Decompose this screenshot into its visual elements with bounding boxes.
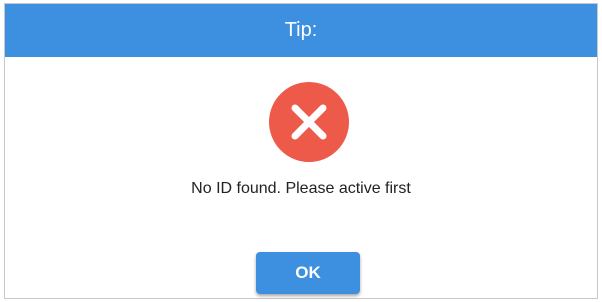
error-x-icon <box>269 82 349 162</box>
dialog-message: No ID found. Please active first <box>191 180 411 197</box>
tip-dialog: Tip: No ID found. Please active first OK <box>4 3 598 299</box>
dialog-title-bar: Tip: <box>5 4 597 57</box>
ok-button[interactable]: OK <box>256 252 360 294</box>
dialog-title: Tip: <box>284 19 318 41</box>
